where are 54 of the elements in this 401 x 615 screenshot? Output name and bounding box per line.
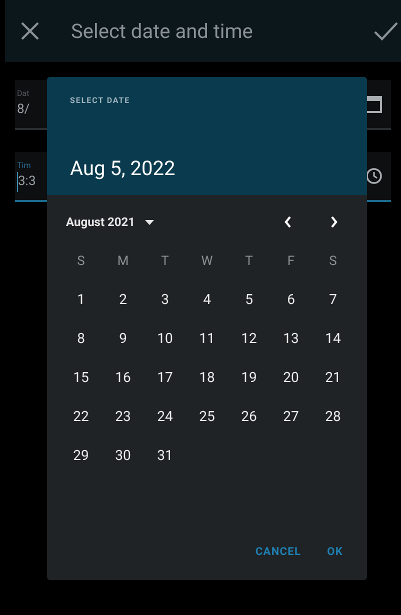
day-button[interactable]: 20 <box>281 368 301 389</box>
weekday-label: W <box>201 252 213 271</box>
day-button[interactable]: 5 <box>243 290 255 311</box>
day-button[interactable]: 1 <box>75 290 87 311</box>
day-button[interactable]: 17 <box>155 368 175 389</box>
day-button[interactable]: 15 <box>71 368 91 389</box>
day-button[interactable]: 28 <box>323 407 343 428</box>
day-button[interactable]: 12 <box>239 329 259 350</box>
weekday-label: S <box>77 252 85 271</box>
weekday-label: T <box>245 252 253 271</box>
day-button[interactable]: 26 <box>239 407 259 428</box>
ok-button[interactable]: OK <box>319 538 351 566</box>
clock-icon[interactable] <box>365 167 383 185</box>
day-button[interactable]: 27 <box>281 407 301 428</box>
day-button[interactable]: 14 <box>323 329 343 350</box>
day-button[interactable]: 29 <box>71 446 91 467</box>
day-button[interactable]: 25 <box>197 407 217 428</box>
day-button[interactable]: 8 <box>75 329 87 350</box>
weekday-label: F <box>287 252 295 271</box>
previous-month-icon[interactable] <box>283 215 293 229</box>
day-button[interactable]: 31 <box>155 446 175 467</box>
day-button[interactable]: 13 <box>281 329 301 350</box>
field-label: Tim <box>17 160 31 172</box>
dropdown-caret-icon <box>145 220 154 224</box>
close-icon[interactable] <box>19 20 41 42</box>
weekday-label: T <box>161 252 169 271</box>
field-value: 3:3 <box>17 172 36 192</box>
field-value: 8/ <box>17 101 30 120</box>
month-year-dropdown[interactable]: August 2021 <box>66 213 154 231</box>
day-button[interactable]: 9 <box>117 329 129 350</box>
day-button[interactable]: 21 <box>323 368 343 389</box>
weekday-label: M <box>117 252 129 271</box>
weekday-label: S <box>329 252 337 271</box>
day-button[interactable]: 6 <box>285 290 297 311</box>
day-button[interactable]: 23 <box>113 407 133 428</box>
day-button[interactable]: 24 <box>155 407 175 428</box>
day-button[interactable]: 11 <box>197 329 217 350</box>
day-button[interactable]: 3 <box>159 290 171 311</box>
day-button[interactable]: 16 <box>113 368 133 389</box>
day-button[interactable]: 18 <box>197 368 217 389</box>
check-icon[interactable] <box>373 20 399 42</box>
next-month-icon[interactable] <box>329 215 339 229</box>
day-button[interactable]: 4 <box>201 290 213 311</box>
field-label: Dat <box>17 88 30 100</box>
day-button[interactable]: 22 <box>71 407 91 428</box>
day-button[interactable]: 30 <box>113 446 133 467</box>
day-button[interactable]: 7 <box>327 290 339 311</box>
selected-date: Aug 5, 2022 <box>70 155 176 182</box>
day-button[interactable]: 10 <box>155 329 175 350</box>
cancel-button[interactable]: CANCEL <box>247 538 310 566</box>
day-button[interactable]: 19 <box>239 368 259 389</box>
app-bar-title: Select date and time <box>71 18 254 45</box>
day-button[interactable]: 2 <box>117 290 129 311</box>
header-label: SELECT DATE <box>70 95 130 107</box>
